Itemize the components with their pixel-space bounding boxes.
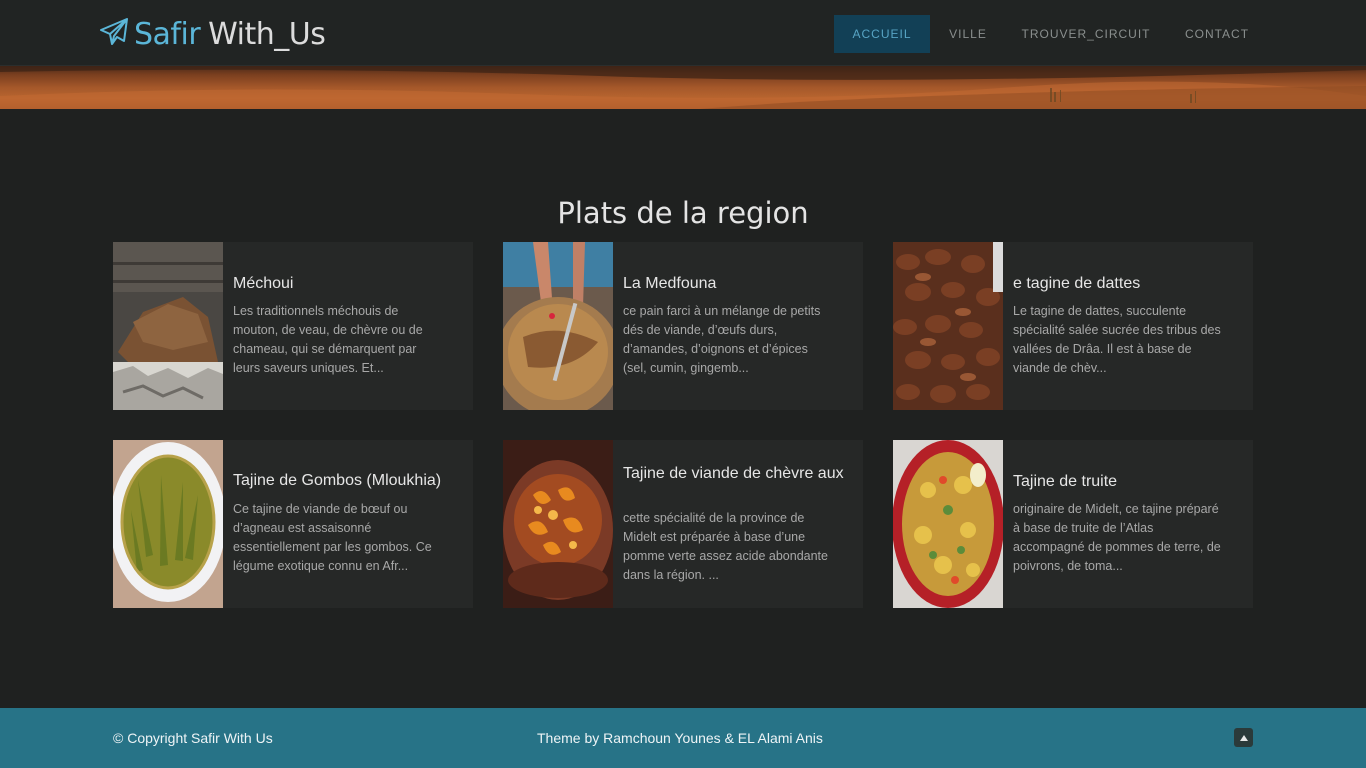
navbar: Safir With_Us ACCUEIL VILLE TROUVER_CIRC… [0,0,1366,66]
brand-name-part1: Safir [134,16,201,52]
brand-name-part2: With_Us [208,16,326,52]
dish-description: Le tagine de dattes, succulente spéciali… [1013,304,1221,375]
dish-card-medfouna[interactable]: La Medfouna ce pain farci à un mélange d… [503,242,863,410]
dish-image-gombos [113,440,223,608]
dish-description: Les traditionnels méchouis de mouton, de… [233,304,423,375]
dish-description: ce pain farci à un mélange de petits dés… [623,304,821,375]
nav-accueil[interactable]: ACCUEIL [834,15,930,53]
scroll-to-top-button[interactable] [1234,728,1253,747]
hero-desert-banner [0,66,1366,109]
dish-title: e tagine de dattes [1013,275,1141,292]
dish-title: Tajine de Gombos (Mloukhia) [233,472,442,489]
dish-title: Tajine de viande de chèvre aux [623,465,844,482]
dish-description: cette spécialité de la province de Midel… [623,511,828,582]
dish-description: Ce tajine de viande de bœuf ou d’agneau … [233,502,432,573]
dish-card-tajine-chevre[interactable]: Tajine de viande de chèvre aux cette spé… [503,440,863,608]
dish-card-gombos[interactable]: Tajine de Gombos (Mloukhia) Ce tajine de… [113,440,473,608]
nav-trouver-circuit[interactable]: TROUVER_CIRCUIT [1014,15,1158,53]
nav-contact[interactable]: CONTACT [1172,15,1262,53]
nav-ville[interactable]: VILLE [938,15,998,53]
dish-title: Tajine de truite [1013,473,1118,490]
paper-plane-icon [98,16,134,53]
dish-image-tagine-dattes [893,242,1003,410]
caret-up-icon [1239,734,1249,742]
dish-image-medfouna [503,242,613,410]
footer-copyright: © Copyright Safir With Us [113,730,273,746]
dish-title: La Medfouna [623,275,717,292]
section-title: Plats de la region [557,196,809,230]
dish-title: Méchoui [233,275,294,292]
dish-card-tajine-truite[interactable]: Tajine de truite originaire de Midelt, c… [893,440,1253,608]
dish-image-mechoui [113,242,223,410]
dish-image-tajine-chevre [503,440,613,608]
footer: © Copyright Safir With Us Theme by Ramch… [0,708,1366,768]
dish-card-mechoui[interactable]: Méchoui Les traditionnels méchouis de mo… [113,242,473,410]
footer-theme-credit: Theme by Ramchoun Younes & EL Alami Anis [537,730,823,746]
dish-card-tagine-dattes[interactable]: e tagine de dattes Le tagine de dattes, … [893,242,1253,410]
dish-image-tajine-truite [893,440,1003,608]
dish-description: originaire de Midelt, ce tajine préparé … [1013,502,1221,573]
brand-logo-link[interactable]: Safir With_Us [98,14,326,54]
